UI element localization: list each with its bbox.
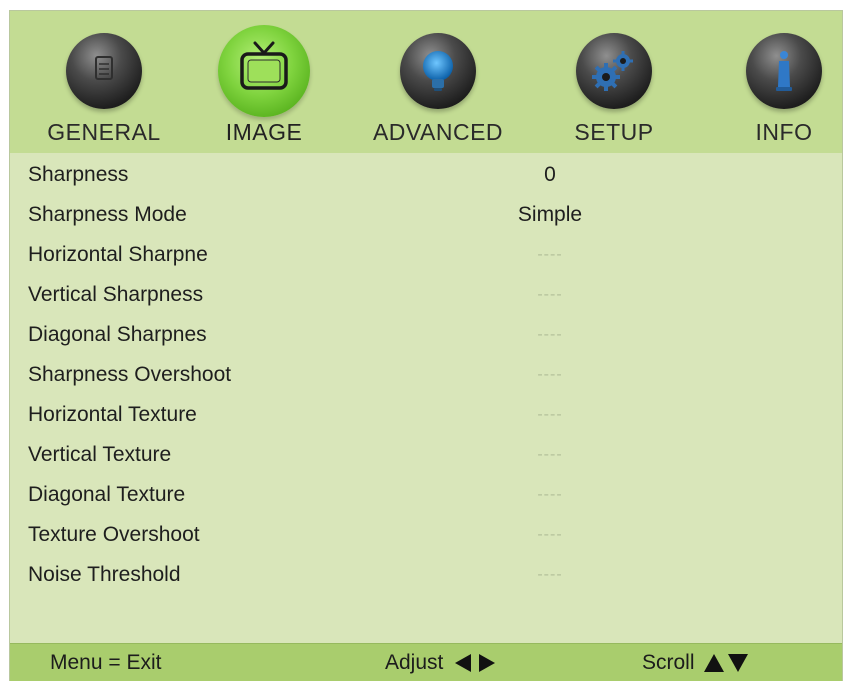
setting-value: ---- [537,406,563,423]
info-icon [746,33,822,109]
setting-label: Texture Overshoot [28,523,200,546]
setting-value: ---- [537,566,563,583]
tab-setup[interactable]: SETUP [544,11,684,153]
setting-row-noise-threshold: Noise Threshold ---- [10,555,842,595]
setting-value: ---- [537,526,563,543]
setting-value: ---- [537,286,563,303]
tab-image[interactable]: IMAGE [194,11,334,153]
setting-row-sharpness-overshoot: Sharpness Overshoot ---- [10,355,842,395]
setting-row-diagonal-sharpness: Diagonal Sharpnes ---- [10,315,842,355]
tab-label: GENERAL [47,119,161,145]
setting-row-vertical-texture: Vertical Texture ---- [10,435,842,475]
adjust-hint: Adjust [385,644,497,681]
setting-row-sharpness[interactable]: Sharpness 0 [10,155,842,195]
exit-hint: Menu = Exit [50,644,161,681]
setting-row-diagonal-texture: Diagonal Texture ---- [10,475,842,515]
setting-row-horizontal-sharpness: Horizontal Sharpne ---- [10,235,842,275]
gear-icon [576,33,652,109]
setting-label: Vertical Texture [28,443,172,466]
left-right-arrows-icon [455,654,496,673]
adjust-hint-label: Adjust [385,651,444,674]
setting-value: ---- [537,486,563,503]
setting-value[interactable]: 0 [480,155,620,195]
settings-list: Sharpness 0 Sharpness Mode Simple Horizo… [10,155,842,595]
tab-label: INFO [755,119,813,145]
tab-general[interactable]: GENERAL [34,11,174,153]
scroll-hint-label: Scroll [642,651,695,674]
setting-label: Diagonal Sharpnes [28,323,207,346]
setting-value: ---- [537,366,563,383]
setting-row-texture-overshoot: Texture Overshoot ---- [10,515,842,555]
setting-value: ---- [537,246,563,263]
lightbulb-icon [400,33,476,109]
tv-icon [218,25,310,117]
tab-advanced[interactable]: ADVANCED [368,11,508,153]
setting-label: Horizontal Texture [28,403,197,426]
setting-value: ---- [537,326,563,343]
tab-label: SETUP [574,119,654,145]
setting-label: Vertical Sharpness [28,283,204,306]
setting-row-vertical-sharpness: Vertical Sharpness ---- [10,275,842,315]
setting-label: Sharpness [28,163,129,186]
osd-menu-panel: GENERAL IMAGE ADVANCED SETUP INFO Sharpn… [9,10,843,681]
setting-value[interactable]: Simple [480,195,620,235]
document-icon [66,33,142,109]
setting-label: Horizontal Sharpne [28,243,208,266]
setting-label: Sharpness Overshoot [28,363,232,386]
up-down-arrows-icon [704,654,749,673]
menu-tab-bar: GENERAL IMAGE ADVANCED SETUP INFO [10,11,842,153]
setting-label: Noise Threshold [28,563,181,586]
setting-value: ---- [537,446,563,463]
key-hint-bar: Menu = Exit Adjust Scroll [10,643,842,681]
scroll-hint: Scroll [642,644,749,681]
setting-row-sharpness-mode[interactable]: Sharpness Mode Simple [10,195,842,235]
setting-label: Diagonal Texture [28,483,186,506]
tab-label: ADVANCED [372,119,504,145]
tab-label: IMAGE [225,119,303,145]
setting-row-horizontal-texture: Horizontal Texture ---- [10,395,842,435]
tab-info[interactable]: INFO [714,11,853,153]
setting-label: Sharpness Mode [28,203,187,226]
exit-hint-label: Menu = Exit [50,651,162,674]
